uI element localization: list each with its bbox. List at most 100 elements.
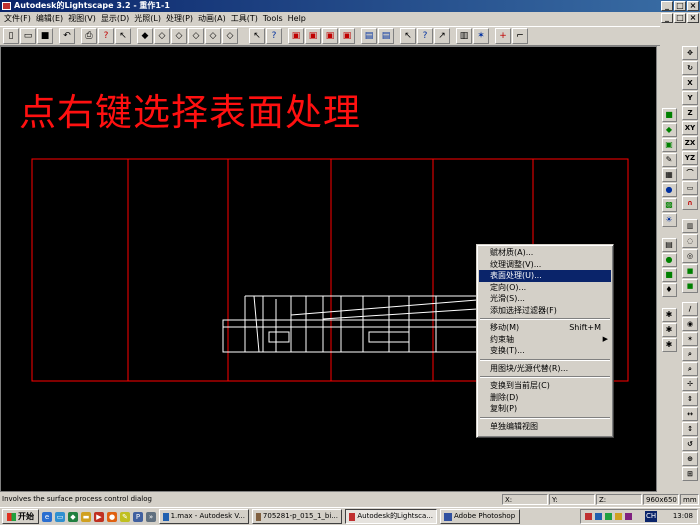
axis-zx-button[interactable]: ZX [682, 136, 698, 150]
desktop-icon[interactable]: ▭ [55, 511, 65, 522]
layer-copy-icon[interactable]: ▤ [378, 28, 394, 44]
menu-surface-process[interactable]: 表面处理(U)... [479, 270, 611, 282]
magnet-icon[interactable]: ∩ [682, 196, 698, 210]
zoom-icon[interactable]: ⌕ [682, 347, 698, 361]
zoom-window-icon[interactable]: ⌕ [682, 362, 698, 376]
menu-process[interactable]: 处理(P) [165, 12, 197, 25]
axis-xy-button[interactable]: XY [682, 121, 698, 135]
zoom-all-icon[interactable]: ⊞ [682, 467, 698, 481]
start-button[interactable]: 开始 [2, 509, 39, 524]
save-icon[interactable]: ■ [37, 28, 53, 44]
ps-icon[interactable]: P [133, 511, 143, 522]
axis-x-button[interactable]: X [682, 76, 698, 90]
mdi-close-button[interactable]: × [687, 13, 699, 23]
walk-icon[interactable]: ✱ [661, 308, 677, 322]
roll-icon[interactable]: ↺ [682, 437, 698, 451]
view-left-icon[interactable]: ◇ [188, 28, 204, 44]
look-icon[interactable]: ↔ [682, 407, 698, 421]
menu-delete[interactable]: 删除(D) [479, 392, 611, 404]
menu-transform[interactable]: 变换(T)... [479, 345, 611, 357]
menu-assign-material[interactable]: 赋材质(A)... [479, 247, 611, 259]
pick-query-icon[interactable]: ? [417, 28, 433, 44]
open-folder-icon[interactable]: ▭ [20, 28, 36, 44]
sun-icon[interactable]: ✶ [682, 332, 698, 346]
add-point-icon[interactable]: + [495, 28, 511, 44]
select-query-icon[interactable]: ? [266, 28, 282, 44]
new-file-icon[interactable]: ▯ [3, 28, 19, 44]
select-block-icon[interactable]: ▣ [305, 28, 321, 44]
view-top-icon[interactable]: ◇ [222, 28, 238, 44]
pan-icon[interactable]: ✥ [682, 46, 698, 60]
minimize-button[interactable]: _ [661, 1, 673, 11]
ie-icon[interactable]: e [42, 511, 52, 522]
wire-icon[interactable]: ◌ [682, 234, 698, 248]
figure-icon[interactable]: ✱ [661, 338, 677, 352]
cube-green-icon[interactable]: ■ [661, 108, 677, 122]
select-all-icon[interactable]: ▣ [339, 28, 355, 44]
shading-icon[interactable]: ▥ [682, 219, 698, 233]
eye-icon[interactable]: ◉ [682, 317, 698, 331]
edit-lights-icon[interactable]: ✶ [473, 28, 489, 44]
axis-z-button[interactable]: Z [682, 106, 698, 120]
cube-solid-icon[interactable]: ▣ [661, 138, 677, 152]
tray-volume-icon[interactable] [605, 513, 612, 520]
task-photoshop[interactable]: Adobe Photoshop [440, 509, 520, 524]
zoom-in-icon[interactable]: ⊕ [682, 452, 698, 466]
menu-smooth[interactable]: 光滑(S)... [479, 293, 611, 305]
firefox-icon[interactable]: ● [107, 511, 117, 522]
menu-view[interactable]: 视图(V) [67, 12, 100, 25]
task-max[interactable]: 1.max - Autodesk V... [159, 509, 249, 524]
menu-lighting[interactable]: 光照(L) [133, 12, 165, 25]
axis-yz-button[interactable]: YZ [682, 151, 698, 165]
undo-icon[interactable]: ↶ [59, 28, 75, 44]
orbit-icon[interactable]: ↻ [682, 61, 698, 75]
view-back-icon[interactable]: ◇ [171, 28, 187, 44]
menu-edit[interactable]: 编辑(E) [35, 12, 67, 25]
menu-texture-adjust[interactable]: 纹理调整(V)... [479, 259, 611, 271]
tray-misc-icon[interactable] [625, 513, 632, 520]
layer-icon[interactable]: ▤ [361, 28, 377, 44]
view-right-icon[interactable]: ◇ [205, 28, 221, 44]
misc-icon[interactable]: » [146, 511, 156, 522]
maximize-button[interactable]: □ [674, 1, 686, 11]
texture-icon[interactable]: ▩ [661, 198, 677, 212]
grid-icon[interactable]: ▦ [661, 168, 677, 182]
mdi-minimize-button[interactable]: _ [661, 13, 673, 23]
lamp-icon[interactable]: ♦ [661, 283, 677, 297]
menu-edit-view[interactable]: 单独编辑视图 [479, 421, 611, 433]
tray-network-icon[interactable] [595, 513, 602, 520]
menu-animation[interactable]: 动画(A) [197, 12, 230, 25]
menu-move[interactable]: 移动(M) Shift+M [479, 322, 611, 334]
task-lightscape[interactable]: Autodesk的Lightsca... [345, 509, 437, 524]
context-help-icon[interactable]: ↖ [115, 28, 131, 44]
layers-icon[interactable]: ▤ [661, 238, 677, 252]
print-icon[interactable]: ⎙ [81, 28, 97, 44]
brush-icon[interactable]: ∕ [682, 302, 698, 316]
media-icon[interactable]: ▶ [94, 511, 104, 522]
select-arrow-icon[interactable]: ↖ [249, 28, 265, 44]
person-icon[interactable]: ✱ [661, 323, 677, 337]
app-quicklaunch-icon[interactable]: ◆ [68, 511, 78, 522]
light-icon[interactable]: ☀ [661, 213, 677, 227]
close-button[interactable]: × [687, 1, 699, 11]
zoom-extents-icon[interactable]: ✢ [682, 377, 698, 391]
folder-icon[interactable]: ▬ [81, 511, 91, 522]
menu-copy[interactable]: 复制(P) [479, 403, 611, 415]
sphere-icon[interactable]: ● [661, 253, 677, 267]
green-cube-icon[interactable]: ■ [682, 264, 698, 278]
smooth-icon[interactable]: ◎ [682, 249, 698, 263]
tray-security-icon[interactable] [615, 513, 622, 520]
help-icon[interactable]: ? [98, 28, 114, 44]
pencil-icon[interactable]: ✎ [661, 153, 677, 167]
menu-tools-cn[interactable]: 工具(T) [230, 12, 262, 25]
menu-tools[interactable]: Tools [262, 12, 287, 25]
material-icon[interactable]: ■ [661, 268, 677, 282]
edit-block-icon[interactable]: ▥ [456, 28, 472, 44]
view-front-icon[interactable]: ◇ [154, 28, 170, 44]
lens-icon[interactable]: ⌒ [682, 166, 698, 180]
select-surface-icon[interactable]: ▣ [288, 28, 304, 44]
cube-rotate-icon[interactable]: ◆ [661, 123, 677, 137]
menu-add-filter[interactable]: 添加选择过滤器(F) [479, 305, 611, 317]
green-solid-icon[interactable]: ■ [682, 279, 698, 293]
remove-point-icon[interactable]: ⌐ [512, 28, 528, 44]
